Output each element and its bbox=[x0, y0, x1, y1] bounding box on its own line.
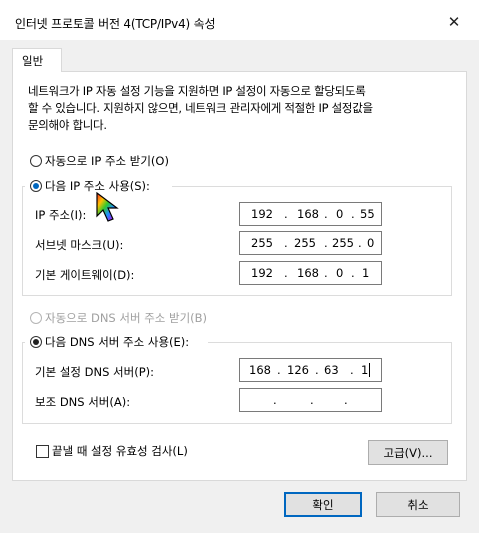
octet-4: 1 bbox=[362, 266, 370, 280]
tab-label: 일반 bbox=[22, 54, 44, 68]
octet-2: 126 bbox=[287, 363, 309, 377]
octet-3: 255 bbox=[332, 236, 354, 250]
description-line: 문의해야 합니다. bbox=[28, 118, 107, 132]
octet-1: 168 bbox=[249, 363, 271, 377]
default-gateway-input[interactable]: 192 . 168 . 0 . 1 bbox=[239, 261, 382, 285]
radio-manual-dns-label: 다음 DNS 서버 주소 사용(E): bbox=[45, 335, 190, 349]
octet-separator: . bbox=[315, 363, 319, 377]
octet-1: 192 bbox=[251, 207, 273, 221]
subnet-mask-label: 서브넷 마스크(U): bbox=[35, 238, 124, 252]
radio-manual-dns-circle[interactable] bbox=[30, 336, 42, 348]
window-title: 인터넷 프로토콜 버전 4(TCP/IPv4) 속성 bbox=[15, 17, 216, 31]
octet-4: 0 bbox=[367, 236, 375, 250]
octet-separator: . bbox=[324, 236, 328, 250]
radio-auto-ip[interactable]: 자동으로 IP 주소 받기(O) bbox=[30, 153, 169, 169]
octet-separator: . bbox=[344, 393, 348, 407]
octet-4: 1 bbox=[361, 363, 369, 377]
close-icon[interactable]: ✕ bbox=[448, 13, 461, 31]
subnet-mask-input[interactable]: 255 . 255 . 255 . 0 bbox=[239, 231, 382, 255]
octet-separator: . bbox=[350, 363, 354, 377]
octet-separator: . bbox=[284, 266, 288, 280]
description-line: 할 수 있습니다. 지원하지 않으면, 네트워크 관리자에게 적절한 IP 설정… bbox=[28, 101, 373, 115]
octet-1: 255 bbox=[251, 236, 273, 250]
octet-separator: . bbox=[351, 207, 355, 221]
radio-auto-dns: 자동으로 DNS 서버 주소 받기(B) bbox=[30, 310, 207, 326]
radio-auto-ip-label: 자동으로 IP 주소 받기(O) bbox=[45, 154, 169, 168]
octet-3: 0 bbox=[336, 266, 344, 280]
text-caret bbox=[369, 363, 370, 377]
octet-separator: . bbox=[310, 393, 314, 407]
octet-separator: . bbox=[284, 236, 288, 250]
mouse-cursor-icon bbox=[96, 192, 119, 222]
preferred-dns-label: 기본 설정 DNS 서버(P): bbox=[35, 365, 154, 379]
radio-auto-ip-circle[interactable] bbox=[30, 155, 42, 167]
octet-2: 168 bbox=[297, 266, 319, 280]
title-bar: 인터넷 프로토콜 버전 4(TCP/IPv4) 속성 ✕ bbox=[0, 0, 479, 40]
ip-address-label: IP 주소(I): bbox=[35, 208, 87, 222]
description-line: 네트워크가 IP 자동 설정 기능을 지원하면 IP 설정이 자동으로 할당되도… bbox=[28, 84, 366, 98]
default-gateway-label: 기본 게이트웨이(D): bbox=[35, 268, 135, 282]
radio-manual-dns[interactable]: 다음 DNS 서버 주소 사용(E): bbox=[30, 334, 194, 350]
octet-separator: . bbox=[284, 207, 288, 221]
alternate-dns-label: 보조 DNS 서버(A): bbox=[35, 395, 131, 409]
octet-separator: . bbox=[324, 266, 328, 280]
validate-on-exit-checkbox[interactable]: 끝낼 때 설정 유효성 검사(L) bbox=[36, 443, 188, 459]
radio-auto-dns-label: 자동으로 DNS 서버 주소 받기(B) bbox=[45, 311, 208, 325]
radio-auto-dns-circle bbox=[30, 312, 42, 324]
dns-group-box bbox=[22, 342, 452, 424]
ip-address-input[interactable]: 192 . 168 . 0 . 55 bbox=[239, 202, 382, 226]
octet-separator: . bbox=[358, 236, 362, 250]
octet-3: 0 bbox=[336, 207, 344, 221]
octet-separator: . bbox=[277, 363, 281, 377]
octet-2: 255 bbox=[294, 236, 316, 250]
validate-on-exit-label: 끝낼 때 설정 유효성 검사(L) bbox=[52, 444, 188, 458]
octet-separator: . bbox=[273, 393, 277, 407]
octet-separator: . bbox=[351, 266, 355, 280]
radio-manual-ip-circle[interactable] bbox=[30, 180, 42, 192]
checkbox-box[interactable] bbox=[36, 444, 49, 458]
octet-3: 63 bbox=[324, 363, 339, 377]
octet-2: 168 bbox=[297, 207, 319, 221]
octet-separator: . bbox=[324, 207, 328, 221]
close-button[interactable]: ✕ bbox=[442, 12, 466, 32]
octet-4: 55 bbox=[360, 207, 375, 221]
tab-general[interactable]: 일반 bbox=[12, 48, 62, 72]
octet-1: 192 bbox=[251, 266, 273, 280]
radio-manual-ip[interactable]: 다음 IP 주소 사용(S): bbox=[30, 178, 154, 194]
advanced-button[interactable]: 고급(V)... bbox=[368, 440, 448, 465]
description-text: 네트워크가 IP 자동 설정 기능을 지원하면 IP 설정이 자동으로 할당되도… bbox=[28, 83, 448, 134]
ok-button[interactable]: 확인 bbox=[284, 492, 362, 517]
cancel-button[interactable]: 취소 bbox=[376, 492, 460, 517]
alternate-dns-input[interactable]: . . . bbox=[239, 388, 382, 412]
preferred-dns-input[interactable]: 168 . 126 . 63 . 1 bbox=[239, 358, 382, 382]
